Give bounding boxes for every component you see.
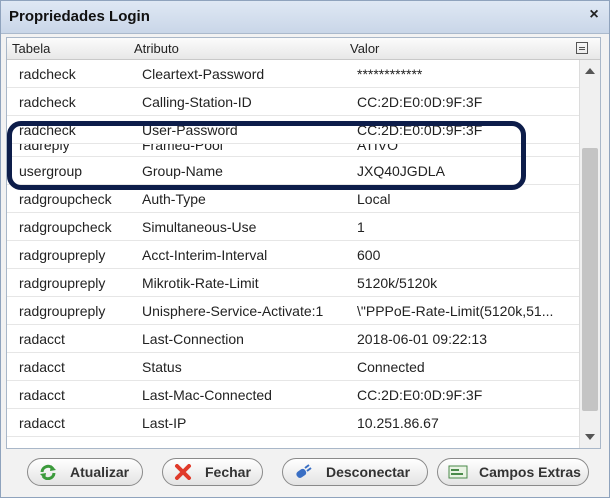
cell-atributo: User-Password: [142, 122, 238, 138]
table-row[interactable]: radgroupcheck Simultaneous-Use 1: [7, 213, 579, 241]
table-row[interactable]: radcheck Calling-Station-ID CC:2D:E0:0D:9F…: [7, 88, 579, 116]
cell-valor: 600: [357, 247, 381, 263]
cell-tabela: radgroupcheck: [19, 219, 112, 235]
cell-atributo: Group-Name: [142, 163, 223, 179]
table-row[interactable]: radcheck User-Password CC:2D:E0:0D:9F:3F: [7, 116, 579, 144]
cell-valor: Local: [357, 191, 391, 207]
refresh-label: Atualizar: [70, 464, 130, 480]
cell-atributo: Framed-Pool: [142, 144, 223, 153]
refresh-icon: [40, 464, 56, 480]
table-row[interactable]: radcheck Cleartext-Password ************: [7, 60, 579, 88]
vertical-scrollbar[interactable]: [579, 60, 600, 448]
button-bar: Atualizar Fechar Desconectar Campos Extr…: [1, 453, 609, 493]
table-row[interactable]: radgroupreply Mikrotik-Rate-Limit 5120k/51…: [7, 269, 579, 297]
cell-valor: 10.251.86.67: [357, 415, 439, 431]
close-button[interactable]: Fechar: [162, 458, 263, 486]
cell-tabela: radacct: [19, 415, 65, 431]
cell-atributo: Calling-Station-ID: [142, 94, 252, 110]
cell-valor: CC:2D:E0:0D:9F:3F: [357, 387, 483, 403]
cell-valor: CC:2D:E0:0D:9F:3F: [357, 94, 483, 110]
extra-fields-label: Campos Extras: [479, 464, 581, 480]
cell-valor: ************: [357, 66, 423, 82]
table-row[interactable]: radgroupcheck Auth-Type Local: [7, 185, 579, 213]
extra-fields-button[interactable]: Campos Extras: [437, 458, 589, 486]
grid-rows: radcheck Cleartext-Password ************ ra…: [7, 60, 579, 437]
cell-tabela: radacct: [19, 331, 65, 347]
cell-tabela: usergroup: [19, 163, 83, 179]
table-row-partial[interactable]: radreply Framed-Pool ATIVO: [7, 144, 579, 157]
cell-atributo: Unisphere-Service-Activate:1: [142, 303, 324, 319]
cell-tabela: radacct: [19, 387, 65, 403]
plug-icon: [296, 464, 312, 478]
close-label: Fechar: [205, 464, 251, 480]
cell-atributo: Last-Connection: [142, 331, 244, 347]
cell-tabela: radcheck: [19, 66, 76, 82]
scroll-thumb[interactable]: [582, 148, 598, 411]
column-header-tabela[interactable]: Tabela: [12, 41, 50, 56]
cell-tabela: radcheck: [19, 122, 76, 138]
table-row[interactable]: usergroup Group-Name JXQ40JGDLA: [7, 157, 579, 185]
cell-valor: JXQ40JGDLA: [357, 163, 445, 179]
cell-tabela: radgroupreply: [19, 275, 106, 291]
cell-tabela: radgroupreply: [19, 303, 106, 319]
cell-valor: Connected: [357, 359, 425, 375]
cell-valor: 1: [357, 219, 365, 235]
properties-grid: Tabela Atributo Valor radcheck Cleartext-…: [6, 37, 601, 449]
cell-atributo: Simultaneous-Use: [142, 219, 257, 235]
cell-valor: ATIVO: [357, 144, 398, 153]
grid-header: Tabela Atributo Valor: [7, 38, 600, 60]
table-row[interactable]: radgroupreply Unisphere-Service-Activate:…: [7, 297, 579, 325]
table-row[interactable]: radacct Last-Mac-Connected CC:2D:E0:0D:9F:…: [7, 381, 579, 409]
table-row[interactable]: radgroupreply Acct-Interim-Interval 600: [7, 241, 579, 269]
table-row[interactable]: radacct Last-IP 10.251.86.67: [7, 409, 579, 437]
cell-valor: CC:2D:E0:0D:9F:3F: [357, 122, 483, 138]
column-header-atributo[interactable]: Atributo: [134, 41, 179, 56]
close-icon[interactable]: ×: [585, 6, 603, 24]
cell-tabela: radreply: [19, 144, 70, 153]
disconnect-label: Desconectar: [326, 464, 411, 480]
cell-tabela: radcheck: [19, 94, 76, 110]
scroll-up-icon[interactable]: [585, 68, 595, 74]
cell-valor: 2018-06-01 09:22:13: [357, 331, 487, 347]
cell-tabela: radgroupcheck: [19, 191, 112, 207]
cell-atributo: Mikrotik-Rate-Limit: [142, 275, 259, 291]
cell-atributo: Cleartext-Password: [142, 66, 265, 82]
close-x-icon: [175, 464, 191, 480]
cell-atributo: Status: [142, 359, 182, 375]
disconnect-button[interactable]: Desconectar: [282, 458, 428, 486]
title-bar: Propriedades Login ×: [1, 1, 609, 34]
cell-atributo: Acct-Interim-Interval: [142, 247, 268, 263]
cell-tabela: radacct: [19, 359, 65, 375]
cell-tabela: radgroupreply: [19, 247, 106, 263]
form-icon: [448, 465, 468, 479]
cell-atributo: Auth-Type: [142, 191, 206, 207]
cell-atributo: Last-IP: [142, 415, 187, 431]
cell-valor: 5120k/5120k: [357, 275, 438, 291]
refresh-button[interactable]: Atualizar: [27, 458, 143, 486]
properties-window: Propriedades Login × Tabela Atributo Val…: [0, 0, 610, 498]
scroll-down-icon[interactable]: [585, 434, 595, 440]
table-row[interactable]: radacct Status Connected: [7, 353, 579, 381]
window-title: Propriedades Login: [9, 8, 150, 25]
column-header-valor[interactable]: Valor: [350, 41, 379, 56]
table-row[interactable]: radacct Last-Connection 2018-06-01 09:22:1…: [7, 325, 579, 353]
cell-valor: \"PPPoE-Rate-Limit(5120k,51...: [357, 303, 554, 319]
cell-atributo: Last-Mac-Connected: [142, 387, 272, 403]
column-menu-icon[interactable]: [576, 42, 588, 54]
